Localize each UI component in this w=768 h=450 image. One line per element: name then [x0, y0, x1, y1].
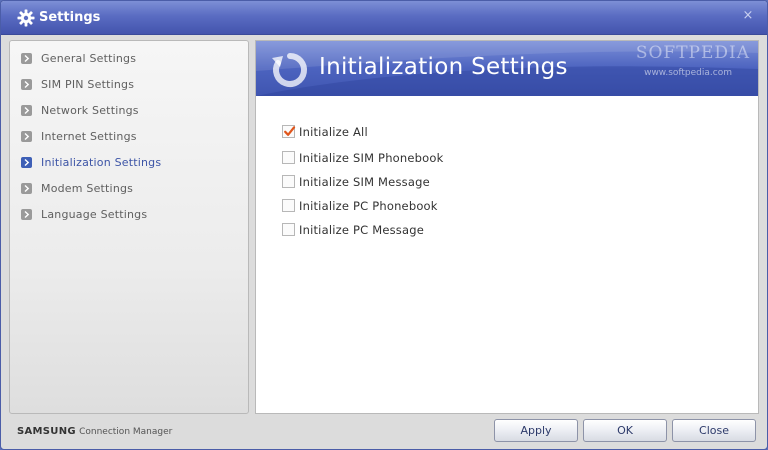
- checkbox[interactable]: [282, 223, 295, 236]
- checkbox[interactable]: [282, 151, 295, 164]
- checkbox[interactable]: [282, 125, 296, 138]
- settings-panel: Initialization Settings SOFTPEDIA www.so…: [255, 40, 759, 414]
- sidebar-item-label: Internet Settings: [41, 130, 137, 143]
- checkbox-label: Initialize All: [299, 125, 368, 139]
- refresh-icon: [272, 53, 308, 87]
- chevron-right-icon: [21, 157, 32, 168]
- initialize-sim-message-checkbox[interactable]: Initialize SIM Message: [282, 173, 582, 191]
- sidebar-item-label: SIM PIN Settings: [41, 78, 135, 91]
- watermark-text: SOFTPEDIA: [635, 43, 750, 63]
- chevron-right-icon: [21, 79, 32, 90]
- brand-name: SAMSUNG: [17, 426, 76, 437]
- apply-button[interactable]: Apply: [494, 419, 578, 442]
- gear-icon: [17, 9, 35, 27]
- sidebar-item-label: Modem Settings: [41, 182, 134, 195]
- initialize-sim-phonebook-checkbox[interactable]: Initialize SIM Phonebook: [282, 149, 582, 167]
- initialize-all-checkbox[interactable]: Initialize All: [282, 123, 582, 141]
- settings-window: Settings × General Settings SIM PIN Sett…: [0, 0, 768, 450]
- sidebar-item-initialization-settings[interactable]: Initialization Settings: [10, 152, 248, 174]
- section-banner: Initialization Settings SOFTPEDIA www.so…: [256, 41, 758, 96]
- ok-button[interactable]: OK: [583, 419, 667, 442]
- sidebar-item-label: Language Settings: [41, 208, 148, 221]
- initialize-pc-message-checkbox[interactable]: Initialize PC Message: [282, 221, 582, 239]
- sidebar-item-label: Initialization Settings: [41, 156, 162, 169]
- initialize-pc-phonebook-checkbox[interactable]: Initialize PC Phonebook: [282, 197, 582, 215]
- product-name: Connection Manager: [79, 427, 173, 437]
- settings-sidebar: General Settings SIM PIN Settings Networ…: [9, 40, 249, 414]
- chevron-right-icon: [21, 209, 32, 220]
- sidebar-item-label: General Settings: [41, 52, 137, 65]
- close-button[interactable]: Close: [672, 419, 756, 442]
- window-title: Settings: [39, 10, 101, 25]
- checkbox-label: Initialize SIM Message: [299, 175, 430, 189]
- title-bar[interactable]: Settings ×: [1, 1, 767, 35]
- checkbox[interactable]: [282, 175, 295, 188]
- chevron-right-icon: [21, 53, 32, 64]
- sidebar-item-label: Network Settings: [41, 104, 139, 117]
- check-icon: [284, 126, 296, 136]
- watermark-url: www.softpedia.com: [644, 68, 732, 78]
- checkbox[interactable]: [282, 199, 295, 212]
- sidebar-item-language-settings[interactable]: Language Settings: [10, 204, 248, 226]
- checkbox-label: Initialize PC Message: [299, 223, 425, 237]
- page-title: Initialization Settings: [319, 54, 568, 80]
- sidebar-item-internet-settings[interactable]: Internet Settings: [10, 126, 248, 148]
- checkbox-label: Initialize PC Phonebook: [299, 199, 438, 213]
- chevron-right-icon: [21, 183, 32, 194]
- sidebar-item-modem-settings[interactable]: Modem Settings: [10, 178, 248, 200]
- close-icon[interactable]: ×: [741, 9, 755, 23]
- chevron-right-icon: [21, 131, 32, 142]
- brand-label: SAMSUNG Connection Manager: [17, 426, 172, 437]
- sidebar-item-network-settings[interactable]: Network Settings: [10, 100, 248, 122]
- sidebar-item-sim-pin-settings[interactable]: SIM PIN Settings: [10, 74, 248, 96]
- checkbox-label: Initialize SIM Phonebook: [299, 151, 444, 165]
- chevron-right-icon: [21, 105, 32, 116]
- sidebar-item-general-settings[interactable]: General Settings: [10, 48, 248, 70]
